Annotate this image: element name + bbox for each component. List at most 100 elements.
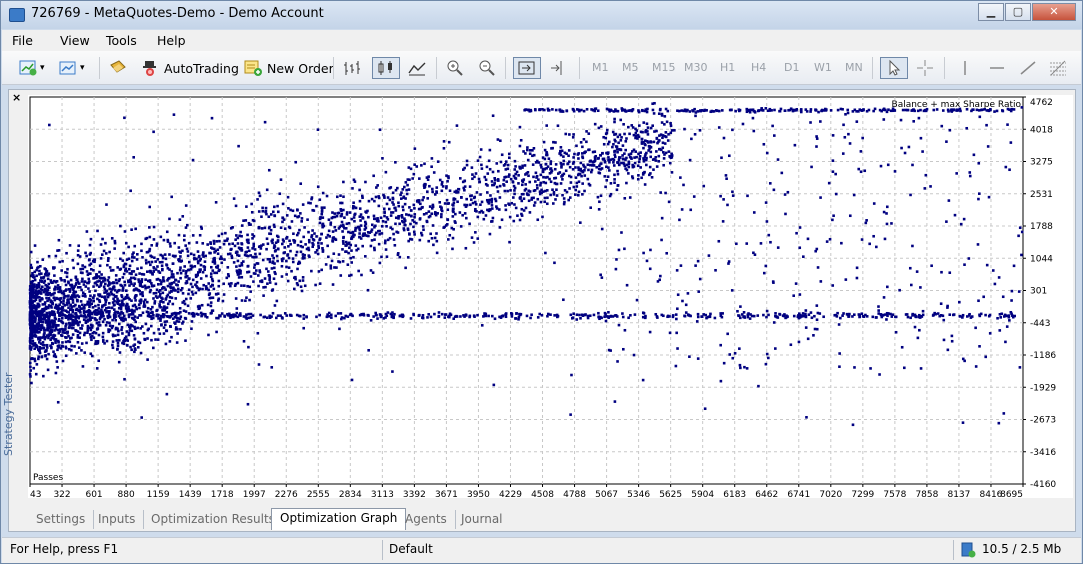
data-point xyxy=(282,218,286,221)
data-point xyxy=(468,185,472,188)
tab-agents[interactable]: Agents xyxy=(397,510,456,529)
data-point xyxy=(341,260,345,263)
data-point xyxy=(632,133,636,137)
horizontal-line-button[interactable] xyxy=(987,57,1007,79)
data-point xyxy=(643,142,647,146)
data-point xyxy=(294,253,298,257)
data-point xyxy=(35,363,39,366)
panel-close-icon[interactable]: × xyxy=(12,91,21,104)
candles-button[interactable] xyxy=(372,57,400,79)
data-point xyxy=(251,247,254,250)
data-point xyxy=(475,210,478,213)
data-point xyxy=(240,275,244,279)
metaeditor-button[interactable] xyxy=(108,57,128,79)
chart-shift-button[interactable] xyxy=(548,57,568,79)
data-point xyxy=(286,279,290,283)
menu-tools[interactable]: Tools xyxy=(106,33,137,48)
data-point xyxy=(855,120,859,123)
data-point xyxy=(183,265,186,268)
vertical-line-button[interactable] xyxy=(955,57,975,79)
data-point xyxy=(203,265,207,269)
trendline-button[interactable] xyxy=(1018,57,1038,79)
data-point xyxy=(161,260,164,264)
cursor-button[interactable] xyxy=(880,57,908,79)
fibonacci-button[interactable] xyxy=(1048,57,1068,79)
close-button[interactable]: ✕ xyxy=(1032,3,1076,21)
data-point xyxy=(379,313,382,317)
data-point xyxy=(70,283,73,287)
data-point xyxy=(440,213,443,216)
data-point xyxy=(776,158,780,161)
data-point xyxy=(135,258,139,261)
data-point xyxy=(568,165,572,169)
minimize-button[interactable]: ▁ xyxy=(978,3,1004,21)
data-point xyxy=(265,188,269,192)
new-order-button[interactable]: New Order xyxy=(243,57,334,79)
timeframe-w1[interactable]: W1 xyxy=(814,61,832,74)
bar-chart-button[interactable] xyxy=(342,57,362,79)
timeframe-h4[interactable]: H4 xyxy=(751,61,766,74)
x-tick-label: 43 xyxy=(30,490,41,498)
crosshair-button[interactable] xyxy=(915,57,935,79)
data-point xyxy=(437,315,441,318)
data-point xyxy=(507,173,511,176)
data-point xyxy=(549,160,553,163)
tab-optimization-results[interactable]: Optimization Results xyxy=(143,510,284,529)
x-tick-label: 5904 xyxy=(691,490,714,498)
line-chart-button[interactable] xyxy=(407,57,427,79)
timeframe-d1[interactable]: D1 xyxy=(784,61,799,74)
menu-file[interactable]: File xyxy=(12,33,33,48)
data-point xyxy=(39,314,43,317)
data-point xyxy=(812,334,815,337)
timeframe-h1[interactable]: H1 xyxy=(720,61,735,74)
timeframe-m5[interactable]: M5 xyxy=(622,61,639,74)
zoom-in-button[interactable] xyxy=(445,57,465,79)
connection-icon[interactable] xyxy=(960,542,976,558)
tab-inputs[interactable]: Inputs xyxy=(90,510,145,529)
tab-journal[interactable]: Journal xyxy=(453,510,511,529)
data-point xyxy=(147,327,150,331)
timeframe-m30[interactable]: M30 xyxy=(684,61,708,74)
data-point xyxy=(426,316,429,319)
data-point xyxy=(86,324,90,328)
data-point xyxy=(265,247,268,251)
new-chart-button[interactable]: ▾ xyxy=(18,57,45,79)
optimization-graph[interactable]: 4762 4018 3275 2531 1788 1044 301 -443 -1186 -192… xyxy=(28,95,1073,498)
data-point xyxy=(220,312,224,315)
auto-scroll-button[interactable] xyxy=(513,57,541,79)
data-point xyxy=(757,384,760,388)
data-point xyxy=(136,316,139,319)
data-point xyxy=(70,336,73,340)
tab-optimization-graph[interactable]: Optimization Graph xyxy=(271,508,407,530)
maximize-button[interactable]: ▢ xyxy=(1005,3,1031,21)
app-icon xyxy=(9,8,25,22)
data-point xyxy=(255,269,258,272)
data-point xyxy=(802,314,806,318)
timeframe-m1[interactable]: M1 xyxy=(592,61,609,74)
data-point xyxy=(952,108,956,111)
menu-help[interactable]: Help xyxy=(157,33,186,48)
timeframe-m15[interactable]: M15 xyxy=(652,61,676,74)
data-point xyxy=(430,165,433,169)
data-point xyxy=(623,132,626,136)
data-point xyxy=(913,325,917,329)
autotrading-button[interactable]: AutoTrading xyxy=(140,57,239,79)
menu-view[interactable]: View xyxy=(60,33,90,48)
timeframe-mn[interactable]: MN xyxy=(845,61,863,74)
data-point xyxy=(572,133,575,136)
data-point xyxy=(999,316,1003,319)
profiles-button[interactable]: ▾ xyxy=(58,57,85,79)
data-point xyxy=(141,311,145,315)
data-point xyxy=(534,180,537,183)
zoom-out-button[interactable] xyxy=(477,57,497,79)
data-point xyxy=(490,314,494,318)
data-point xyxy=(184,272,188,275)
data-point xyxy=(817,110,820,114)
data-point xyxy=(242,260,245,263)
data-point xyxy=(657,154,661,158)
data-point xyxy=(217,297,221,301)
data-point xyxy=(844,113,847,116)
tab-settings[interactable]: Settings xyxy=(28,510,95,529)
data-point xyxy=(285,214,289,217)
data-point xyxy=(359,237,363,240)
